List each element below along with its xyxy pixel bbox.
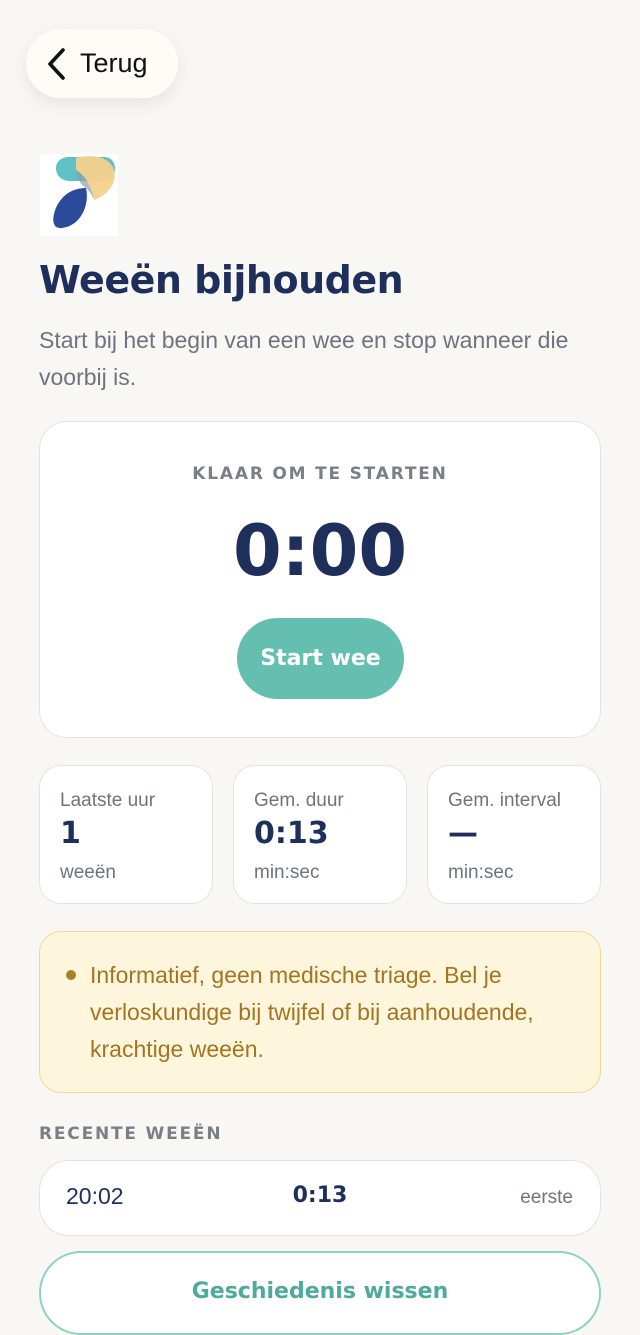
timer-display: 0:00: [232, 510, 408, 592]
stat-value: 0:13: [254, 816, 329, 851]
stat-label: Laatste uur: [60, 790, 156, 811]
disclaimer-text: Informatief, geen medische triage. Bel j…: [90, 962, 534, 1062]
timer-status: KLAAR OM TE STARTEN: [192, 464, 448, 484]
back-button-label: Terug: [80, 48, 148, 78]
contraction-duration: 0:13: [292, 1183, 348, 1208]
start-contraction-button[interactable]: Start wee: [237, 618, 404, 699]
list-item: 20:02 0:13 eerste: [39, 1160, 601, 1236]
stat-card-avg-duration: Gem. duur 0:13 min:sec: [233, 765, 407, 904]
stat-value: —: [448, 816, 478, 851]
page-title: Weeën bijhouden: [39, 258, 404, 302]
stat-value: 1: [60, 816, 81, 851]
clear-history-button[interactable]: Geschiedenis wissen: [39, 1251, 601, 1335]
stat-card-avg-interval: Gem. interval — min:sec: [427, 765, 601, 904]
stat-unit: min:sec: [448, 862, 514, 883]
back-button[interactable]: Terug: [26, 29, 178, 98]
stat-unit: weeën: [60, 862, 116, 883]
page-subtitle: Start bij het begin van een wee en stop …: [39, 327, 569, 390]
stat-label: Gem. duur: [254, 790, 344, 811]
stat-card-last-hour: Laatste uur 1 weeën: [39, 765, 213, 904]
timer-card: KLAAR OM TE STARTEN 0:00 Start wee: [39, 421, 601, 738]
app-logo: [40, 154, 118, 236]
stat-unit: min:sec: [254, 862, 320, 883]
contraction-interval: eerste: [520, 1187, 573, 1208]
recent-contractions-heading: RECENTE WEEËN: [39, 1124, 223, 1144]
bullet-dot-icon: [66, 970, 76, 980]
disclaimer-notice: Informatief, geen medische triage. Bel j…: [39, 931, 601, 1093]
chevron-left-icon: [46, 47, 68, 81]
stat-label: Gem. interval: [448, 790, 561, 811]
